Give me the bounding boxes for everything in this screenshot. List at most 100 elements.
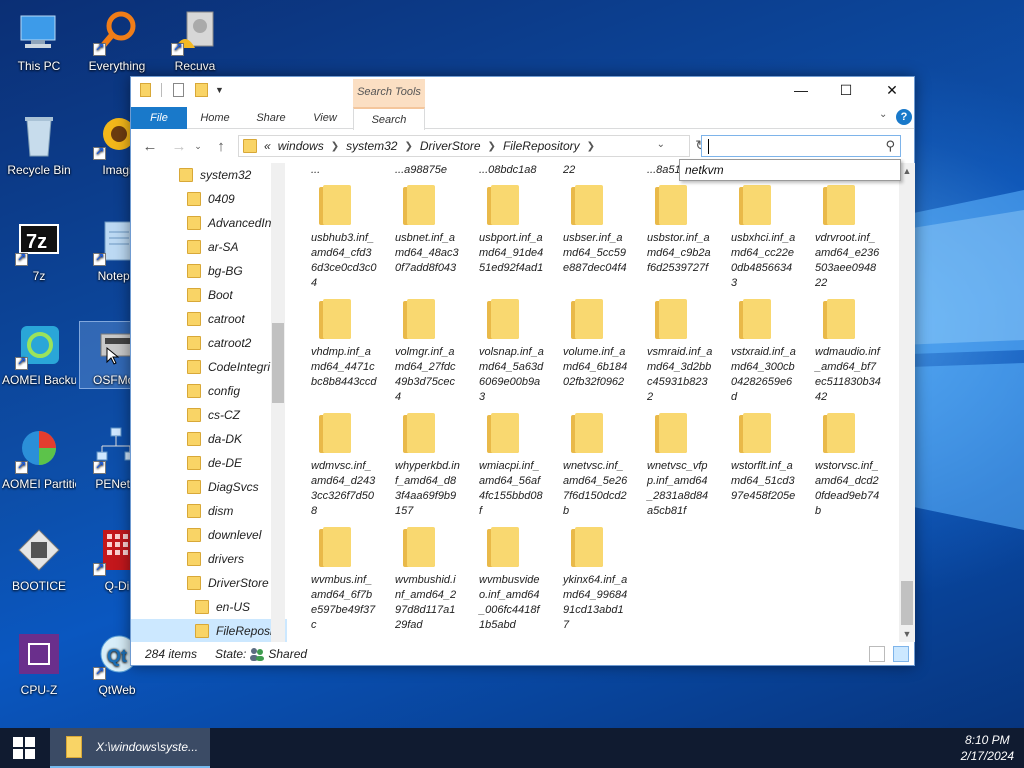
- new-folder-icon[interactable]: [195, 83, 208, 97]
- expand-ribbon-icon[interactable]: ⌄: [879, 109, 889, 120]
- help-icon[interactable]: ?: [896, 109, 912, 125]
- magnifier-icon: [93, 8, 141, 56]
- folder-icon: [571, 413, 603, 453]
- file-item[interactable]: vstxraid.inf_amd64_300cb04282659e6d: [721, 299, 801, 405]
- tab-view[interactable]: View: [299, 107, 351, 129]
- scrollbar-thumb[interactable]: [901, 581, 913, 625]
- file-item[interactable]: usbstor.inf_amd64_c9b2af6d2539727f: [637, 185, 717, 276]
- desktop-icon-recycle-bin[interactable]: Recycle Bin: [2, 112, 76, 178]
- title-bar[interactable]: ▼ — ☐ ✕: [131, 77, 914, 103]
- tree-item-label: CodeIntegri: [208, 360, 271, 374]
- tab-share[interactable]: Share: [245, 107, 297, 129]
- navigation-pane-scrollbar[interactable]: [271, 163, 285, 642]
- address-bar[interactable]: « windows ❯ system32 ❯ DriverStore ❯ Fil…: [238, 135, 707, 157]
- breadcrumb-windows[interactable]: windows: [278, 139, 324, 153]
- folder-icon: [655, 413, 687, 453]
- chevron-right-icon[interactable]: ❯: [488, 141, 496, 152]
- close-button[interactable]: ✕: [869, 77, 915, 103]
- large-icons-view-icon[interactable]: [893, 646, 909, 662]
- file-list[interactable]: ... ...a98875e ...08bdc1a8 22 ...8a51 usbhub3…: [301, 163, 899, 642]
- tree-item[interactable]: FileReposi: [131, 619, 287, 642]
- file-item[interactable]: wstorflt.inf_amd64_51cd397e458f205e: [721, 413, 801, 504]
- chevron-right-icon[interactable]: ❯: [331, 141, 339, 152]
- file-item[interactable]: wvmbus.inf_amd64_6f7be597be49f37c: [301, 527, 381, 633]
- breadcrumb-system32[interactable]: system32: [346, 139, 397, 153]
- file-item[interactable]: vsmraid.inf_amd64_3d2bbc45931b8232: [637, 299, 717, 405]
- file-item[interactable]: wdmaudio.inf_amd64_bf7ec511830b3442: [805, 299, 885, 405]
- file-name: volmgr.inf_amd64_27fdc49b3d75cec4: [395, 346, 456, 403]
- search-icon[interactable]: ⚲: [885, 138, 895, 154]
- file-item[interactable]: vhdmp.inf_amd64_4471cbc8b8443ccd: [301, 299, 381, 390]
- file-list-scrollbar[interactable]: ▲ ▼: [899, 163, 915, 642]
- tree-item-label: Boot: [208, 288, 233, 302]
- maximize-button[interactable]: ☐: [823, 77, 869, 103]
- desktop-icon-aomei-backupper[interactable]: AOMEI Backupper: [2, 322, 76, 388]
- desktop-icon-everything[interactable]: Everything: [80, 8, 154, 74]
- recent-locations-button[interactable]: ⌄: [187, 135, 209, 157]
- folder-icon: [571, 527, 603, 567]
- desktop-icon-7z[interactable]: 7z 7z: [2, 218, 76, 284]
- file-item[interactable]: wvmbusvideo.inf_amd64_006fc4418f1b5abd: [469, 527, 549, 633]
- status-bar: 284 items State: Shared: [131, 643, 914, 665]
- scroll-down-arrow-icon[interactable]: ▼: [899, 626, 915, 642]
- file-item[interactable]: usbser.inf_amd64_5cc59e887dec04f4: [553, 185, 633, 276]
- desktop-icon-cpu-z[interactable]: CPU-Z: [2, 632, 76, 698]
- search-input[interactable]: ⚲: [701, 135, 901, 157]
- desktop-icon-recuva[interactable]: Recuva: [158, 8, 232, 74]
- desktop-icon-this-pc[interactable]: This PC: [2, 8, 76, 74]
- file-item[interactable]: ykinx64.inf_amd64_9968491cd13abd17: [553, 527, 633, 633]
- bootice-icon: [15, 528, 63, 576]
- chevron-right-icon[interactable]: ❯: [587, 141, 595, 152]
- file-item[interactable]: volume.inf_amd64_6b18402fb32f0962: [553, 299, 633, 390]
- clipped-file-label: ...: [311, 164, 321, 176]
- taskbar-explorer-button[interactable]: X:\windows\syste...: [50, 728, 210, 768]
- address-overflow[interactable]: «: [264, 139, 271, 153]
- file-item[interactable]: wmiacpi.inf_amd64_56af4fc155bbd08f: [469, 413, 549, 519]
- folder-icon: [655, 185, 687, 225]
- start-button[interactable]: [0, 728, 48, 768]
- folder-icon: [187, 456, 201, 470]
- folder-icon: [187, 264, 201, 278]
- folder-icon: [739, 299, 771, 339]
- navigation-pane[interactable]: system32 0409 AdvancedIn ar-SA bg-BG Boot catr…: [131, 163, 287, 642]
- file-item[interactable]: usbxhci.inf_amd64_cc22e0db48566343: [721, 185, 801, 291]
- details-view-icon[interactable]: [869, 646, 885, 662]
- file-item[interactable]: vdrvroot.inf_amd64_e236503aee094822: [805, 185, 885, 291]
- up-button[interactable]: ↑: [210, 135, 232, 157]
- file-item[interactable]: volsnap.inf_amd64_5a63d6069e00b9a3: [469, 299, 549, 405]
- system-clock[interactable]: 8:10 PM 2/17/2024: [961, 732, 1014, 764]
- folder-icon: [187, 528, 201, 542]
- clock-time: 8:10 PM: [964, 733, 1010, 747]
- back-button[interactable]: ←: [139, 135, 161, 157]
- folder-icon: [66, 736, 82, 758]
- tree-item-label: bg-BG: [208, 264, 243, 278]
- breadcrumb-driverstore[interactable]: DriverStore: [420, 139, 481, 153]
- tab-search[interactable]: Search: [353, 107, 425, 130]
- breadcrumb-filerepository[interactable]: FileRepository: [503, 139, 580, 153]
- file-item[interactable]: wnetvsc.inf_amd64_5e267f6d150dcd2b: [553, 413, 633, 519]
- address-dropdown-icon[interactable]: ⌄: [657, 139, 665, 150]
- scroll-up-arrow-icon[interactable]: ▲: [899, 163, 915, 179]
- file-item[interactable]: volmgr.inf_amd64_27fdc49b3d75cec4: [385, 299, 465, 405]
- search-suggestion-item[interactable]: netkvm: [679, 159, 901, 181]
- file-item[interactable]: whyperkbd.inf_amd64_d83f4aa69f9b9157: [385, 413, 465, 519]
- chevron-right-icon[interactable]: ❯: [404, 141, 412, 152]
- folder-icon: [739, 413, 771, 453]
- desktop-icon-aomei-partition[interactable]: AOMEI Partitio...: [2, 426, 76, 492]
- scrollbar-thumb[interactable]: [272, 323, 284, 403]
- file-item[interactable]: wvmbushid.inf_amd64_297d8d117a129fad: [385, 527, 465, 633]
- file-item[interactable]: wdmvsc.inf_amd64_d2433cc326f7d508: [301, 413, 381, 519]
- clipped-file-label: 22: [563, 164, 576, 176]
- file-item[interactable]: usbport.inf_amd64_91de451ed92f4ad1: [469, 185, 549, 276]
- folder-icon: [179, 168, 193, 182]
- file-item[interactable]: usbnet.inf_amd64_48ac30f7add8f043: [385, 185, 465, 276]
- desktop-icon-bootice[interactable]: BOOTICE: [2, 528, 76, 594]
- properties-icon[interactable]: [173, 83, 184, 97]
- tab-home[interactable]: Home: [189, 107, 241, 129]
- minimize-button[interactable]: —: [778, 77, 824, 103]
- customize-quick-access-icon[interactable]: ▼: [215, 83, 225, 97]
- tab-file[interactable]: File: [131, 107, 187, 129]
- file-item[interactable]: wstorvsc.inf_amd64_dcd20fdead9eb74b: [805, 413, 885, 519]
- file-item[interactable]: wnetvsc_vfpp.inf_amd64_2831a8d84a5cb81f: [637, 413, 717, 519]
- file-item[interactable]: usbhub3.inf_amd64_cfd36d3ce0cd3c04: [301, 185, 381, 291]
